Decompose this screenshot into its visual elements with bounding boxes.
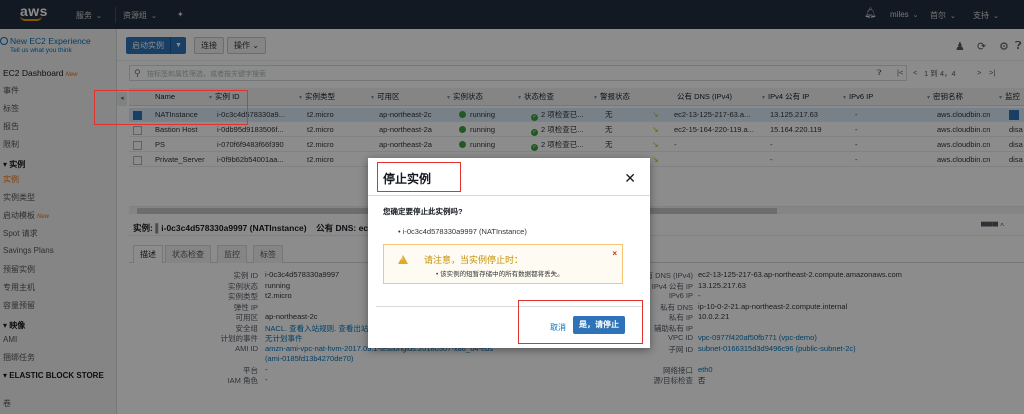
dialog-instance-item: • i-0c3c4d578330a9997 (NATInstance)	[398, 227, 527, 236]
dialog-divider	[368, 195, 650, 196]
warning-triangle-icon	[398, 255, 408, 264]
dialog-question: 您确定要停止此实例吗?	[383, 207, 463, 216]
warning-alert: ! 请注意，当实例停止时： • 该实例的短暂存储中的所有数据都将丢失。 ×	[383, 244, 623, 284]
dismiss-alert-icon[interactable]: ×	[612, 249, 617, 258]
highlight-confirm-area	[518, 300, 643, 344]
highlight-name-column	[94, 90, 248, 125]
exclamation-glyph: !	[401, 256, 403, 262]
highlight-dialog-title	[377, 162, 461, 192]
close-icon[interactable]: ✕	[624, 170, 636, 187]
